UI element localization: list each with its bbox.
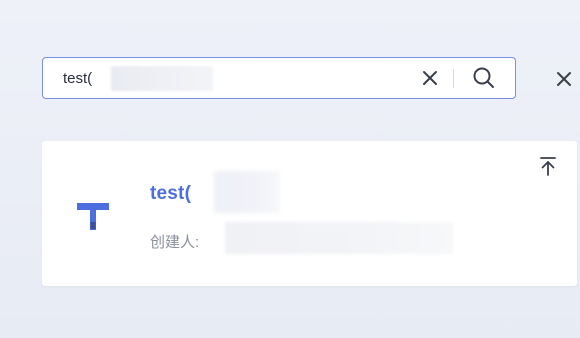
search-icon[interactable]	[471, 65, 497, 91]
search-input[interactable]: test(	[42, 57, 516, 99]
redacted-title-text	[214, 171, 280, 213]
search-result-card[interactable]: test( 创建人:	[42, 141, 577, 286]
search-input-value[interactable]: test(	[63, 58, 92, 98]
creator-label: 创建人:	[150, 234, 200, 251]
pin-to-top-icon[interactable]	[538, 155, 558, 177]
result-title[interactable]: test(	[150, 183, 191, 205]
close-panel-icon[interactable]	[554, 69, 574, 89]
clear-search-icon[interactable]	[419, 67, 441, 89]
search-panel: test( test( 创建人:	[0, 0, 580, 338]
text-document-icon	[77, 203, 109, 230]
redacted-search-text	[111, 66, 213, 91]
redacted-creator-name	[225, 222, 453, 254]
search-divider	[453, 69, 454, 88]
